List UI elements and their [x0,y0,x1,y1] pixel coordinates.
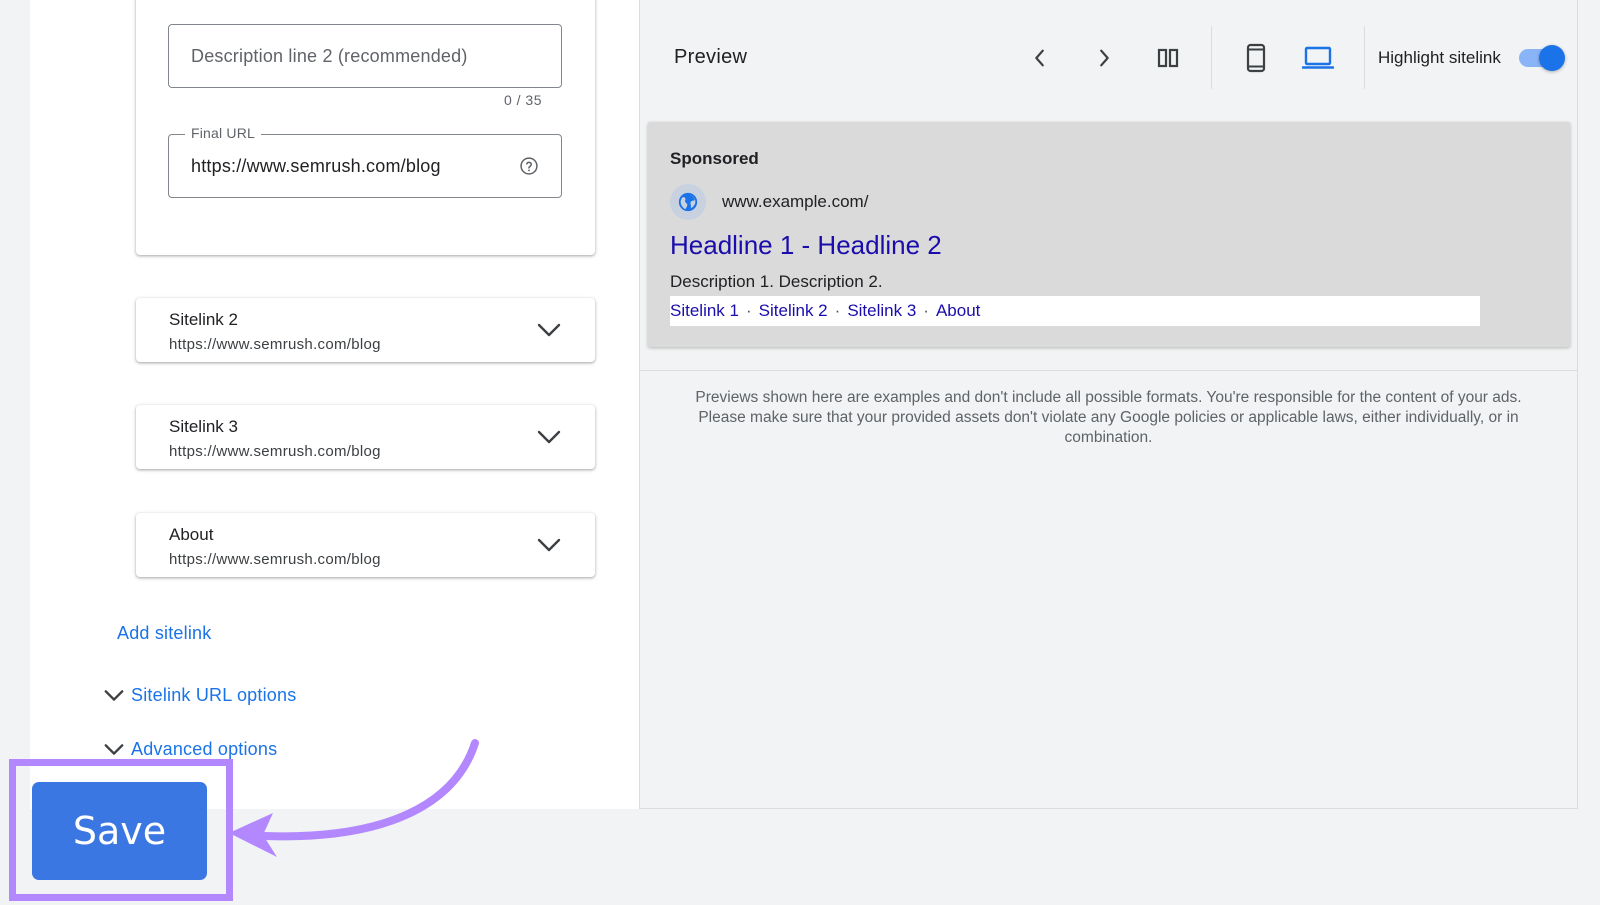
sitelink-card-about[interactable]: About https://www.semrush.com/blog [136,513,595,577]
add-sitelink-button[interactable]: Add sitelink [117,623,211,644]
smartphone-icon [1246,43,1266,73]
sitelink-url: https://www.semrush.com/blog [169,336,381,353]
ad-sitelink[interactable]: Sitelink 1 [670,301,739,321]
toggle-knob [1539,45,1565,71]
annotation-arrow [229,739,479,857]
sitelink-card-sitelink-2[interactable]: Sitelink 2 https://www.semrush.com/blog [136,298,595,362]
desktop-preview-button[interactable] [1302,42,1334,74]
chevron-down-icon [104,744,124,755]
toolbar-divider [1211,26,1212,89]
chevron-down-icon [104,690,124,701]
sitelink-url: https://www.semrush.com/blog [169,443,381,460]
sitelink-url-options-label: Sitelink URL options [131,684,297,705]
page: Description line 2 (recommended) 0 / 35 … [0,0,1600,905]
preview-disclaimer: Previews shown here are examples and don… [695,389,1522,446]
chevron-right-icon [1100,49,1109,67]
sitelink-title: Sitelink 2 [169,310,238,329]
ad-headline[interactable]: Headline 1 - Headline 2 [670,230,942,261]
description-char-count: 0 / 35 [503,92,542,108]
previous-preview-button[interactable] [1024,42,1056,74]
ad-sitelink[interactable]: About [936,301,980,321]
sitelink-url-options-expander[interactable]: Sitelink URL options [103,684,296,706]
display-url: www.example.com/ [722,192,869,211]
description-line-2-field[interactable]: Description line 2 (recommended) [168,24,562,88]
split-view-button[interactable] [1152,42,1184,74]
sitelink-title: Sitelink 3 [169,417,238,436]
sitelink-card-sitelink-3[interactable]: Sitelink 3 https://www.semrush.com/blog [136,405,595,469]
mobile-preview-button[interactable] [1240,42,1272,74]
highlight-sitelink-toggle[interactable] [1517,45,1565,71]
chevron-left-icon [1035,49,1044,67]
chevron-down-icon[interactable] [537,320,561,340]
globe-icon [678,192,698,212]
laptop-icon [1302,46,1334,69]
toolbar-divider [1364,26,1365,89]
columns-icon [1157,48,1179,68]
highlight-sitelink-label: Highlight sitelink [1378,48,1501,67]
ad-description: Description 1. Description 2. [670,272,883,291]
sitelink-1-card: Description line 2 (recommended) 0 / 35 … [136,0,595,255]
chevron-down-icon[interactable] [537,535,561,555]
sitelink-separator: · [923,301,929,320]
final-url-field[interactable]: Final URL https://www.semrush.com/blog [168,125,562,198]
preview-divider [640,370,1577,371]
final-url-value: https://www.semrush.com/blog [191,156,441,176]
save-button[interactable]: Save [32,782,207,880]
sitelink-separator: · [745,301,752,320]
next-preview-button[interactable] [1088,42,1120,74]
ad-sitelink[interactable]: Sitelink 2 [759,301,828,321]
sitelink-url: https://www.semrush.com/blog [169,551,381,568]
ad-preview-card: Sponsored www.example.com/ Headline 1 - … [648,122,1570,347]
chevron-down-icon[interactable] [537,427,561,447]
description-line-2-placeholder: Description line 2 (recommended) [191,46,468,66]
sitelink-editor-panel: Description line 2 (recommended) 0 / 35 … [30,0,639,809]
final-url-label: Final URL [185,125,262,141]
sitelink-separator: · [834,301,841,320]
favicon [670,184,706,220]
help-icon[interactable] [519,156,539,176]
sitelink-title: About [169,525,214,544]
ad-sitelinks-row: Sitelink 1 · Sitelink 2 · Sitelink 3 · A… [670,296,1480,326]
ad-sitelink[interactable]: Sitelink 3 [847,301,916,321]
sponsored-label: Sponsored [670,149,759,168]
ad-preview-panel: Preview Highlight sitelink Sponsored www… [639,0,1578,809]
preview-title: Preview [674,46,748,68]
